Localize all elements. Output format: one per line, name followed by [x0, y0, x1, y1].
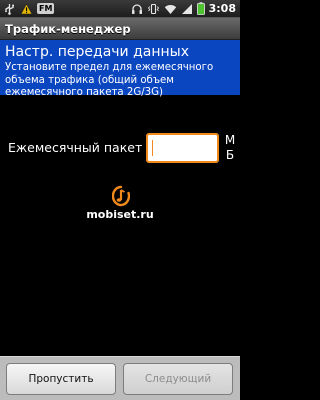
- unit-label-line2: Б: [225, 148, 235, 162]
- vibrate-icon: [147, 2, 160, 16]
- page-title: Настр. передачи данных: [5, 44, 189, 60]
- monthly-package-row: Ежемесячный пакет М Б: [0, 130, 240, 170]
- text-cursor: [152, 140, 153, 156]
- status-time: 3:08: [208, 2, 236, 15]
- monthly-package-label: Ежемесячный пакет: [8, 140, 143, 155]
- app-title-bar: Трафик-менеджер: [0, 18, 240, 40]
- settings-header: Настр. передачи данных Установите предел…: [0, 40, 240, 98]
- unit-label: М Б: [224, 133, 236, 163]
- skip-button[interactable]: Пропустить: [6, 363, 116, 395]
- fm-radio-icon: FM: [37, 2, 55, 16]
- headphones-icon: [131, 2, 143, 16]
- wifi-icon: [164, 2, 177, 16]
- battery-icon: [196, 2, 205, 16]
- status-bar-system: 3:08: [131, 2, 240, 16]
- signal-icon: [181, 2, 193, 16]
- page-description: Установите предел для ежемесячного объем…: [5, 62, 214, 98]
- status-bar: FM 3:08: [0, 0, 240, 18]
- monthly-package-input[interactable]: [146, 133, 219, 163]
- fm-label: FM: [37, 3, 55, 14]
- status-bar-notifications: FM: [0, 2, 55, 16]
- next-button[interactable]: Следующий: [123, 363, 233, 395]
- bottom-button-bar: Пропустить Следующий: [0, 356, 240, 400]
- usb-icon: [3, 2, 16, 16]
- app-title: Трафик-менеджер: [5, 21, 131, 36]
- unit-label-line1: М: [224, 133, 236, 147]
- watermark-text: mobiset.ru: [86, 208, 154, 221]
- screen: FM 3:08 Трафик-менеджер Настр. передачи …: [0, 0, 240, 400]
- warning-icon: [20, 2, 33, 16]
